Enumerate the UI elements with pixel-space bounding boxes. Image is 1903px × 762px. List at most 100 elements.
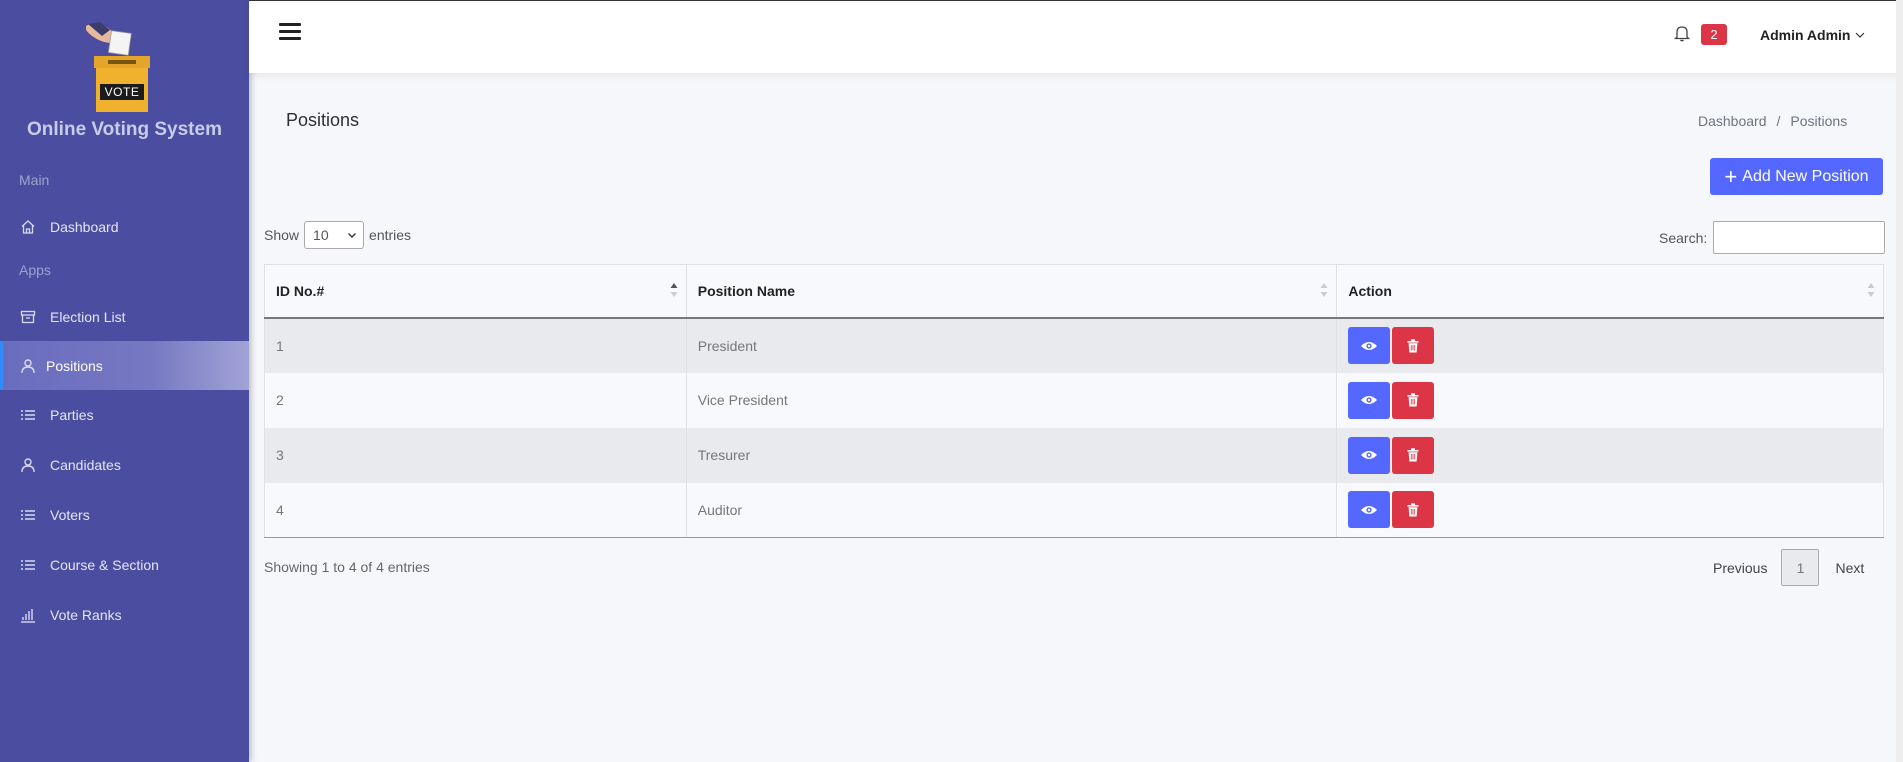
column-header-label: Action — [1348, 282, 1392, 299]
top-header: 2 Admin Admin — [249, 0, 1903, 73]
table-row: 2 Vice President — [264, 372, 1884, 428]
view-button[interactable] — [1348, 381, 1391, 419]
app-title: Online Voting System — [27, 119, 222, 140]
user-icon — [19, 357, 37, 375]
cell-position-name: Auditor — [685, 482, 1338, 538]
search-input[interactable] — [1713, 221, 1886, 254]
sidebar-item-label: Course & Section — [50, 556, 159, 573]
sort-icon — [1320, 283, 1328, 297]
page-scrollbar[interactable] — [1896, 0, 1903, 762]
view-button[interactable] — [1348, 327, 1391, 364]
cell-action — [1336, 372, 1884, 428]
eye-icon — [1361, 451, 1378, 459]
cell-id: 2 — [264, 372, 687, 428]
sidebar-item-label: Voters — [50, 506, 90, 523]
logo-vote-text: VOTE — [104, 85, 140, 99]
list-icon — [19, 406, 37, 424]
column-header-label: Position Name — [697, 282, 795, 299]
list-icon — [19, 506, 37, 524]
cell-position-name: Vice President — [685, 372, 1338, 428]
breadcrumb-separator: / — [1776, 113, 1781, 129]
table-row: 1 President — [264, 317, 1884, 373]
sidebar-item-positions[interactable]: Positions — [0, 341, 249, 390]
home-icon — [19, 218, 37, 236]
sidebar-item-label: Parties — [50, 406, 94, 423]
delete-button[interactable] — [1392, 381, 1435, 419]
previous-page-button[interactable]: Previous — [1713, 560, 1767, 576]
sidebar-item-label: Dashboard — [50, 218, 119, 235]
cell-action — [1336, 427, 1884, 483]
eye-icon — [1361, 505, 1378, 514]
cell-position-name: Tresurer — [685, 427, 1338, 483]
table-row: 3 Tresurer — [264, 427, 1884, 483]
add-new-position-button[interactable]: + Add New Position — [1710, 158, 1883, 195]
add-button-label: Add New Position — [1742, 167, 1869, 185]
delete-button[interactable] — [1392, 436, 1435, 474]
user-menu[interactable]: Admin Admin — [1760, 27, 1866, 43]
show-label: Show — [264, 227, 300, 243]
cell-id: 3 — [264, 427, 687, 483]
breadcrumb-current: Positions — [1790, 113, 1848, 129]
breadcrumb-dashboard-link[interactable]: Dashboard — [1698, 113, 1767, 129]
cell-id: 4 — [264, 482, 687, 538]
eye-icon — [1361, 396, 1378, 404]
delete-button[interactable] — [1392, 491, 1435, 529]
page-title: Positions — [286, 110, 360, 130]
page-1-button[interactable]: 1 — [1781, 549, 1820, 586]
column-header-position-name[interactable]: Position Name — [685, 264, 1338, 319]
sort-icon — [1867, 283, 1875, 297]
cell-action — [1336, 482, 1884, 538]
table-header-row: ID No.# Position Name Action — [264, 264, 1884, 319]
sidebar-item-parties[interactable]: Parties — [0, 390, 249, 439]
plus-icon: + — [1724, 163, 1738, 189]
entries-value: 10 — [313, 227, 329, 243]
sort-ascending-icon — [670, 283, 678, 297]
menu-toggle-icon[interactable] — [279, 23, 301, 41]
menu-section-apps: Apps — [19, 262, 51, 278]
table-row: 4 Auditor — [264, 482, 1884, 538]
positions-table: ID No.# Position Name Action 1 President — [264, 264, 1884, 538]
list-icon — [19, 556, 37, 574]
sidebar: VOTE Online Voting System Main Dashboard… — [0, 0, 249, 762]
show-entries-control: Show 10 entries — [264, 221, 411, 249]
column-header-label: ID No.# — [276, 282, 325, 299]
table-info: Showing 1 to 4 of 4 entries — [264, 559, 430, 575]
view-button[interactable] — [1348, 436, 1391, 474]
pagination: Previous 1 Next — [1713, 549, 1864, 586]
breadcrumb: Dashboard / Positions — [1698, 113, 1847, 129]
vote-box-logo: VOTE — [82, 20, 162, 112]
next-page-button[interactable]: Next — [1835, 560, 1864, 576]
user-name: Admin Admin — [1760, 27, 1851, 43]
bar-chart-icon — [19, 606, 37, 624]
delete-button[interactable] — [1392, 327, 1435, 364]
notification-badge[interactable]: 2 — [1701, 24, 1727, 45]
sidebar-item-candidates[interactable]: Candidates — [0, 440, 249, 489]
column-header-id[interactable]: ID No.# — [264, 264, 687, 319]
sidebar-item-label: Vote Ranks — [50, 606, 122, 623]
entries-label: entries — [369, 227, 412, 243]
sidebar-item-course-section[interactable]: Course & Section — [0, 540, 249, 589]
archive-icon — [19, 308, 37, 326]
sidebar-item-election-list[interactable]: Election List — [0, 292, 249, 341]
column-header-action[interactable]: Action — [1336, 264, 1884, 319]
sidebar-item-label: Election List — [50, 308, 126, 325]
trash-icon — [1407, 393, 1419, 407]
eye-icon — [1361, 341, 1378, 350]
search-control: Search: — [1659, 221, 1886, 254]
sidebar-item-vote-ranks[interactable]: Vote Ranks — [0, 590, 249, 639]
view-button[interactable] — [1348, 491, 1391, 529]
cell-position-name: President — [685, 317, 1338, 373]
cell-action — [1336, 317, 1884, 373]
sidebar-item-label: Candidates — [50, 456, 121, 473]
bell-icon[interactable] — [1672, 23, 1694, 45]
menu-section-main: Main — [19, 172, 50, 188]
chevron-down-icon — [1856, 32, 1865, 38]
trash-icon — [1407, 503, 1419, 517]
entries-per-page-select[interactable]: 10 — [304, 221, 365, 249]
user-icon — [19, 456, 37, 474]
sidebar-item-voters[interactable]: Voters — [0, 490, 249, 539]
trash-icon — [1407, 338, 1419, 352]
search-label: Search: — [1659, 229, 1708, 246]
cell-id: 1 — [264, 317, 687, 373]
sidebar-item-dashboard[interactable]: Dashboard — [0, 202, 249, 251]
